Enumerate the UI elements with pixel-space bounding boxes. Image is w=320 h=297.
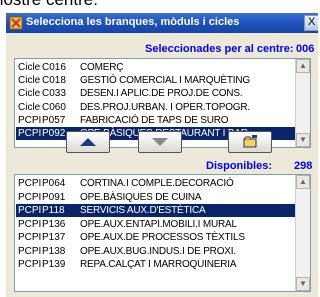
list-item[interactable]: PCPIP057 FABRICACIÓ DE TAPS DE SURO	[16, 114, 296, 127]
list-item-code: P137	[42, 232, 66, 243]
window-title: Selecciona les branques, mòduls i cicles	[26, 16, 240, 28]
list-item-category: PCPI	[18, 178, 42, 189]
list-item-name: OPE.AUX.ENTAPI.MOBILI.I MURAL	[80, 218, 237, 230]
list-item[interactable]: PCPIP118 SERVICIS AUX.D'ESTÈTICA	[16, 204, 296, 217]
list-item-name: CORTINA.I COMPLE.DECORACIÓ	[80, 178, 234, 189]
list-item-category: PCPI	[18, 114, 42, 126]
list-item-category: Cicle	[18, 88, 41, 100]
move-down-button[interactable]	[138, 131, 182, 153]
scroll-down-icon[interactable]: ▼	[296, 277, 310, 291]
list-item-code: P139	[42, 259, 66, 270]
list-item[interactable]: PCPIP137 OPE.AUX.DE PROCESSOS TÈXTILS	[16, 231, 296, 244]
list-item[interactable]: Cicle C033 DESEN.I APLIC.DE PROJ.DE CONS.	[16, 87, 296, 100]
list-item[interactable]: Cicle C060 DES.PROJ.URBAN. I OPER.TOPOGR.	[16, 101, 296, 114]
list-item-code: P118	[42, 205, 65, 216]
list-item-code: C016	[42, 62, 66, 73]
up-arrow-icon	[80, 138, 96, 146]
available-label: Disponibles:	[206, 160, 273, 172]
list-item-name: COMERÇ	[80, 62, 124, 73]
list-item-code: P057	[42, 114, 66, 126]
selected-scrollbar[interactable]: ▲ ▼	[295, 59, 310, 147]
list-item-code: P064	[42, 178, 66, 189]
list-item[interactable]: PCPIP136 OPE.AUX.ENTAPI.MOBILI.I MURAL	[16, 218, 296, 231]
app-icon	[9, 16, 23, 30]
scroll-up-icon[interactable]: ▲	[296, 175, 310, 189]
down-arrow-icon	[152, 138, 168, 146]
list-item-category: PCPI	[18, 205, 42, 216]
list-item-category: Cicle	[18, 101, 41, 113]
list-item-category: PCPI	[18, 259, 42, 270]
list-item-name: FABRICACIÓ DE TAPS DE SURO	[80, 114, 229, 126]
background-text-label: nostre centre:	[0, 0, 98, 10]
list-item-category: PCPI	[18, 128, 42, 139]
list-item[interactable]: PCPIP139 REPA.CALÇAT I MARROQUINERIA	[16, 258, 296, 271]
list-item-category: PCPI	[18, 191, 42, 203]
close-button[interactable]: X	[304, 15, 318, 31]
open-button[interactable]	[228, 131, 272, 153]
list-item-category: Cicle	[18, 75, 41, 87]
list-item-category: PCPI	[18, 232, 42, 243]
list-item[interactable]: PCPIP138 OPE.AUX.BUG.INDUS.I DE PROXI.	[16, 245, 296, 258]
list-item-code: C033	[42, 88, 66, 100]
available-count: 298	[294, 160, 313, 172]
list-item-code: P091	[42, 191, 66, 203]
list-item-code: P136	[42, 218, 66, 230]
title-bar: Selecciona les branques, mòduls i cicles…	[6, 13, 318, 33]
available-listbox[interactable]: PCPIP064 CORTINA.I COMPLE.DECORACIÓ PCPIP0…	[14, 174, 311, 292]
scroll-down-icon[interactable]: ▼	[296, 133, 310, 147]
list-item[interactable]: Cicle C018 GESTIÓ COMERCIAL I MARQUÈTING	[16, 74, 296, 87]
available-scrollbar[interactable]: ▲ ▼	[295, 175, 310, 291]
select-branches-dialog: Selecciona les branques, mòduls i cicles…	[6, 13, 318, 297]
list-item-code: C060	[42, 101, 66, 113]
list-item-name: REPA.CALÇAT I MARROQUINERIA	[80, 259, 237, 270]
list-item-name: DES.PROJ.URBAN. I OPER.TOPOGR.	[80, 101, 250, 113]
list-item-name: OPE.BÀSIQUES DE CUINA	[80, 191, 202, 203]
move-up-button[interactable]	[66, 131, 110, 153]
list-item-category: PCPI	[18, 218, 42, 230]
list-item[interactable]: PCPIP091 OPE.BÀSIQUES DE CUINA	[16, 191, 296, 204]
list-item-name: SERVICIS AUX.D'ESTÈTICA	[80, 205, 206, 216]
selected-label: Seleccionades per al centre:	[145, 43, 294, 55]
selected-count: 006	[296, 43, 315, 55]
scroll-up-icon[interactable]: ▲	[296, 59, 310, 73]
list-item[interactable]: PCPIP064 CORTINA.I COMPLE.DECORACIÓ	[16, 177, 296, 190]
folder-icon	[243, 135, 257, 148]
list-item[interactable]: Cicle C016 COMERÇ	[16, 61, 296, 74]
list-item-code: P138	[42, 245, 66, 257]
list-item-name: DESEN.I APLIC.DE PROJ.DE CONS.	[80, 88, 243, 100]
list-item-category: Cicle	[18, 62, 41, 73]
list-item-code: C018	[42, 75, 66, 87]
list-item-name: GESTIÓ COMERCIAL I MARQUÈTING	[80, 75, 250, 87]
background-text: nostre centre:	[0, 0, 318, 14]
list-item-name: OPE.AUX.DE PROCESSOS TÈXTILS	[80, 232, 245, 243]
list-item-category: PCPI	[18, 245, 42, 257]
list-item-name: OPE.AUX.BUG.INDUS.I DE PROXI.	[80, 245, 236, 257]
